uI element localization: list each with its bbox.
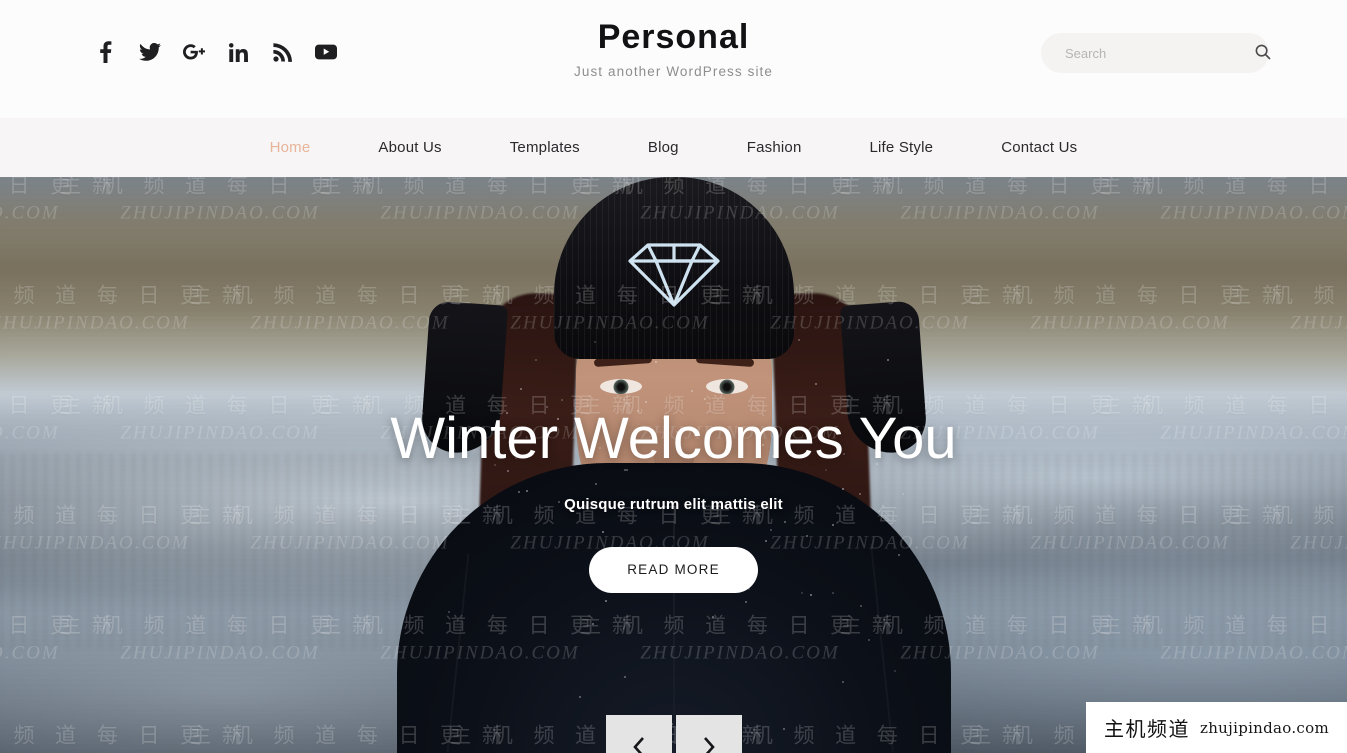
beanie-hat bbox=[554, 177, 794, 359]
snow-fleck bbox=[783, 728, 785, 730]
nav-link-contact-us[interactable]: Contact Us bbox=[967, 118, 1111, 177]
search-icon bbox=[1255, 44, 1271, 63]
snow-fleck bbox=[894, 670, 896, 672]
snow-fleck bbox=[594, 341, 596, 343]
nav-item-blog: Blog bbox=[614, 118, 713, 177]
hero-title: Winter Welcomes You bbox=[0, 409, 1347, 470]
nav-item-contact-us: Contact Us bbox=[967, 118, 1111, 177]
nav-item-home: Home bbox=[236, 118, 345, 177]
snow-fleck bbox=[704, 398, 706, 400]
snow-fleck bbox=[810, 594, 812, 596]
hero-slider: 主 机 频 道 每 日 更 新ZHUJIPINDAO.COM主 机 频 道 每 … bbox=[0, 177, 1347, 753]
search-submit-button[interactable] bbox=[1255, 33, 1271, 73]
snow-fleck bbox=[745, 601, 747, 603]
snow-fleck bbox=[535, 359, 537, 361]
search-form bbox=[1041, 33, 1269, 73]
snow-fleck bbox=[624, 676, 626, 678]
nav-link-fashion[interactable]: Fashion bbox=[713, 118, 836, 177]
read-more-button[interactable]: READ MORE bbox=[589, 547, 758, 593]
snow-fleck bbox=[712, 616, 714, 618]
chevron-right-icon bbox=[701, 735, 717, 753]
primary-navigation: Home About Us Templates Blog Fashion Lif… bbox=[0, 118, 1347, 177]
badge-domain-text: zhujipindao.com bbox=[1200, 719, 1329, 737]
slider-next-button[interactable] bbox=[676, 715, 742, 753]
eye-right bbox=[706, 379, 748, 394]
hero-caption: Winter Welcomes You Quisque rutrum elit … bbox=[0, 409, 1347, 593]
nav-item-fashion: Fashion bbox=[713, 118, 836, 177]
site-header: Personal Just another WordPress site bbox=[0, 0, 1347, 118]
snow-fleck bbox=[645, 401, 647, 403]
search-input[interactable] bbox=[1041, 46, 1255, 61]
snow-fleck bbox=[605, 600, 607, 602]
snow-fleck bbox=[592, 623, 594, 625]
eye-left bbox=[600, 379, 642, 394]
snow-fleck bbox=[887, 359, 889, 361]
nav-link-about-us[interactable]: About Us bbox=[344, 118, 475, 177]
slider-controls bbox=[606, 715, 742, 753]
snow-fleck bbox=[860, 605, 862, 607]
diamond-logo-icon bbox=[622, 239, 726, 311]
snow-fleck bbox=[448, 611, 450, 613]
hero-subtitle: Quisque rutrum elit mattis elit bbox=[0, 496, 1347, 513]
nav-list: Home About Us Templates Blog Fashion Lif… bbox=[236, 118, 1112, 177]
nav-link-home[interactable]: Home bbox=[236, 118, 345, 177]
chevron-left-icon bbox=[631, 735, 647, 753]
badge-chinese-text: 主机频道 bbox=[1104, 713, 1190, 742]
slider-prev-button[interactable] bbox=[606, 715, 672, 753]
snow-fleck bbox=[561, 399, 563, 401]
nav-link-life-style[interactable]: Life Style bbox=[835, 118, 967, 177]
site-watermark-badge: 主机频道 zhujipindao.com bbox=[1086, 702, 1347, 753]
snow-fleck bbox=[520, 388, 522, 390]
nav-link-templates[interactable]: Templates bbox=[476, 118, 614, 177]
nav-item-life-style: Life Style bbox=[835, 118, 967, 177]
nav-link-blog[interactable]: Blog bbox=[614, 118, 713, 177]
nav-item-templates: Templates bbox=[476, 118, 614, 177]
nav-item-about-us: About Us bbox=[344, 118, 475, 177]
